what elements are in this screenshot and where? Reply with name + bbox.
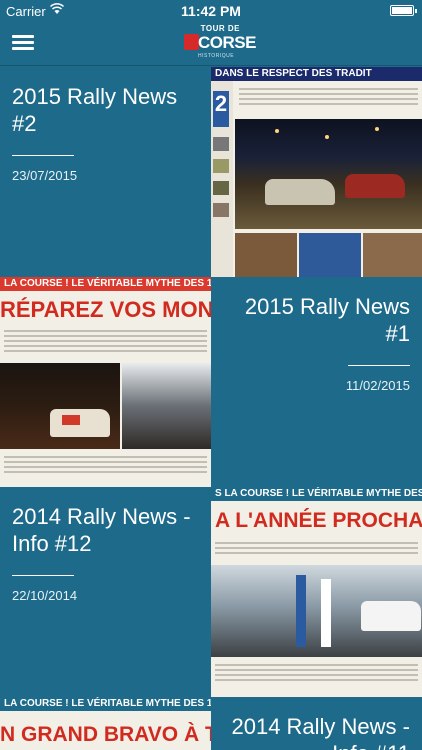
thumbnail-banner: LA COURSE ! LE VÉRITABLE MYTHE DES 10 00… — [0, 697, 211, 711]
article-card-2014-12[interactable]: 2014 Rally News - Info #12 22/10/2014 — [0, 487, 211, 697]
article-date: 22/10/2014 — [12, 588, 78, 603]
article-title: 2015 Rally News #2 — [12, 84, 178, 136]
battery-icon — [390, 5, 417, 16]
status-bar: Carrier 11:42 PM — [0, 0, 422, 22]
rally-car-photo — [0, 363, 120, 449]
clock: 11:42 PM — [181, 3, 241, 19]
thumbnail-banner: DANS LE RESPECT DES TRADIT — [211, 67, 422, 81]
article-card-2014-11[interactable]: 2014 Rally News - Info #11 — [211, 697, 422, 750]
article-thumbnail-2015-2[interactable]: DANS LE RESPECT DES TRADIT 2 — [211, 67, 422, 277]
crowd-photo — [122, 363, 211, 449]
rally-photo-small-1 — [235, 233, 297, 277]
thumbnail-headline: RÉPAREZ VOS MONTURES — [0, 297, 211, 322]
article-date: 23/07/2015 — [12, 168, 78, 183]
article-date: 11/02/2015 — [345, 378, 410, 393]
page-margin: 2 — [211, 81, 233, 277]
menu-icon[interactable] — [12, 32, 36, 54]
article-card-2015-1[interactable]: 2015 Rally News #1 11/02/2015 — [211, 277, 422, 487]
article-thumbnail-2015-1[interactable]: LA COURSE ! LE VÉRITABLE MYTHE DES 10 00… — [0, 277, 211, 487]
podium-photo — [211, 565, 422, 657]
tour-de-corse-logo: TOUR DE CORSE HISTORIQUE — [184, 24, 256, 64]
navigation-bar: TOUR DE CORSE HISTORIQUE — [0, 22, 422, 66]
thumbnail-headline: N GRAND BRAVO À TOUS — [0, 723, 211, 746]
corsica-map-icon — [184, 34, 199, 50]
divider — [12, 155, 74, 156]
article-thumbnail-2014-11[interactable]: LA COURSE ! LE VÉRITABLE MYTHE DES 10 00… — [0, 697, 211, 750]
divider — [12, 575, 74, 576]
article-title: 2014 Rally News - Info #12 — [12, 504, 191, 556]
thumbnail-banner: S LA COURSE ! LE VÉRITABLE MYTHE DES 10 … — [211, 487, 422, 501]
article-thumbnail-2014-12[interactable]: S LA COURSE ! LE VÉRITABLE MYTHE DES 10 … — [211, 487, 422, 697]
rally-photo-small-3 — [363, 233, 422, 277]
article-title: 2014 Rally News - Info #11 — [231, 714, 410, 750]
article-card-2015-2[interactable]: 2015 Rally News #2 23/07/2015 — [0, 67, 211, 277]
article-title: 2015 Rally News #1 — [244, 294, 410, 346]
thumbnail-banner: LA COURSE ! LE VÉRITABLE MYTHE DES 10 00… — [0, 277, 211, 291]
divider — [348, 365, 410, 366]
rally-photo-small-2 — [299, 233, 361, 277]
night-rally-photo — [235, 119, 422, 229]
thumbnail-headline: A L'ANNÉE PROCHAINE. — [215, 509, 422, 532]
